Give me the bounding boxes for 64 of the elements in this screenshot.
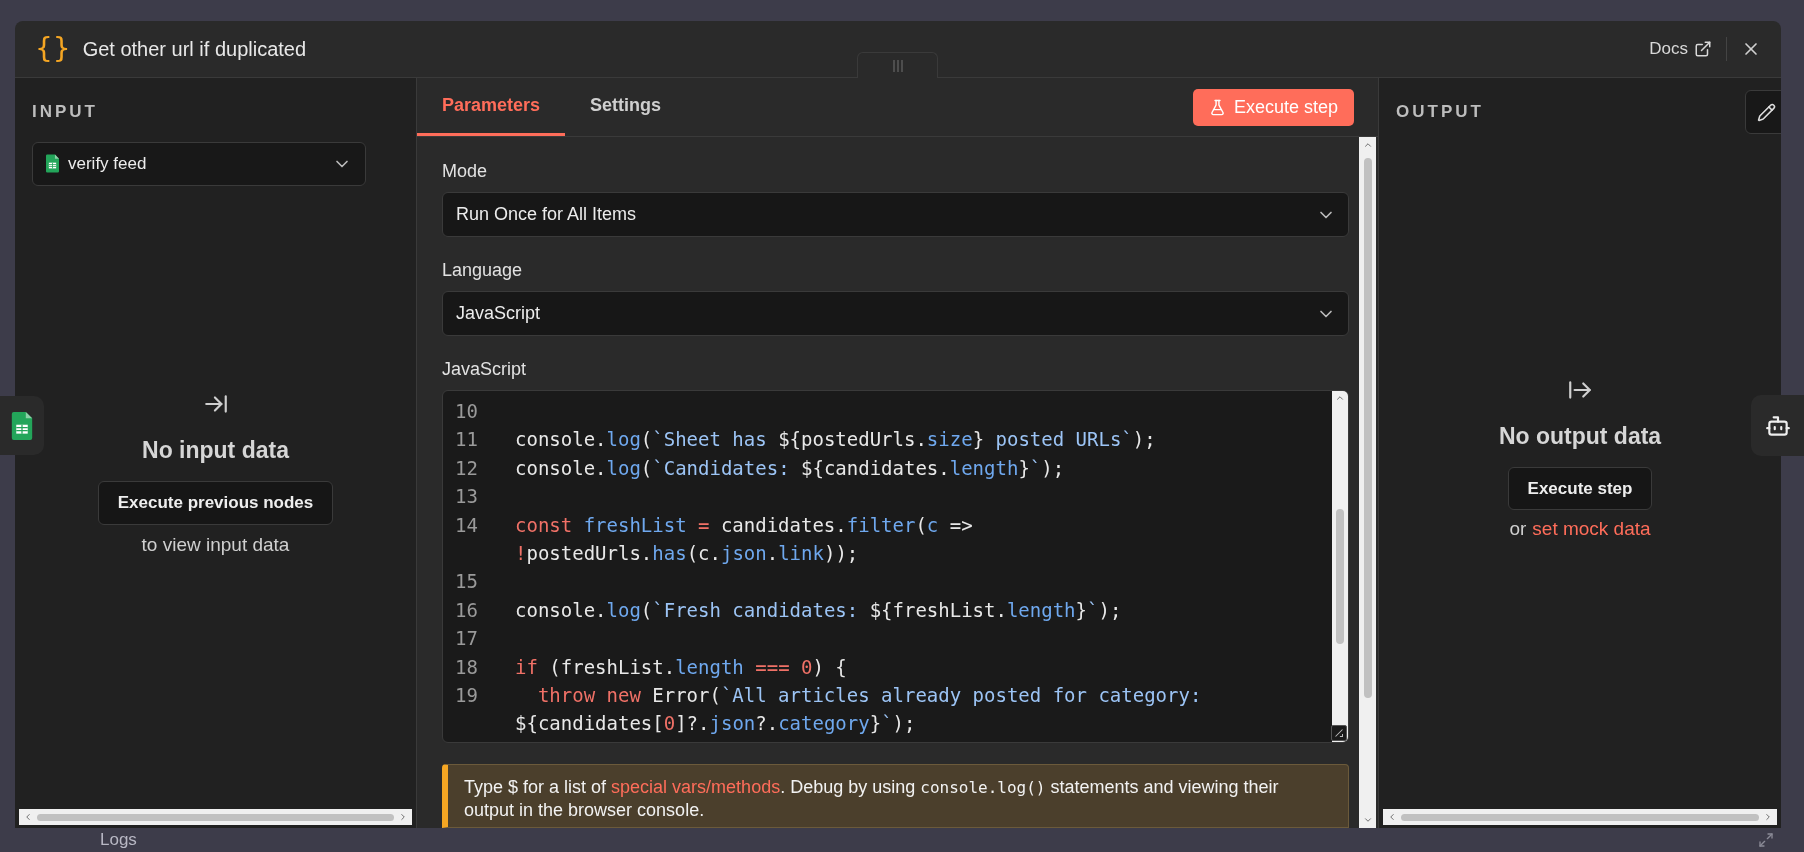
scroll-right-icon[interactable] bbox=[1763, 812, 1773, 822]
resize-icon[interactable] bbox=[1331, 725, 1347, 741]
scrollbar-thumb[interactable] bbox=[1336, 509, 1344, 644]
spreadsheet-icon bbox=[11, 411, 33, 440]
panel-heading: INPUT bbox=[32, 101, 99, 123]
code-editor[interactable] bbox=[442, 390, 1349, 743]
assistant-button[interactable] bbox=[1751, 395, 1804, 456]
scrollbar[interactable] bbox=[19, 809, 412, 825]
execute-previous-button[interactable]: Execute previous nodes bbox=[97, 481, 334, 525]
line-number: 10 bbox=[455, 399, 479, 424]
line-number: 13 bbox=[455, 484, 479, 510]
tab[interactable]: Parameters bbox=[417, 77, 566, 136]
scroll-left-icon[interactable] bbox=[23, 812, 33, 822]
line-number: 18 bbox=[455, 654, 479, 680]
line-number: 15 bbox=[455, 569, 479, 595]
scroll-right-icon[interactable] bbox=[398, 812, 408, 822]
select-field[interactable]: JavaScript bbox=[442, 291, 1349, 336]
special-vars-link[interactable]: special vars/methods bbox=[611, 777, 781, 797]
scrollbar[interactable] bbox=[1359, 137, 1376, 828]
code-line: console.log(`Candidates: ${candidates.length}`); bbox=[515, 455, 1066, 481]
hint-text: Type $ for a list of special vars/methods. Debug by using console.log() statements and viewing their output in the browser console. bbox=[442, 764, 1349, 828]
line-number: 12 bbox=[455, 455, 479, 481]
empty-title: No input data bbox=[142, 435, 289, 465]
field-label: Mode bbox=[442, 160, 489, 182]
pencil-icon bbox=[1756, 102, 1776, 122]
scroll-down-icon[interactable] bbox=[1362, 815, 1373, 825]
execute-step-button[interactable]: Execute step bbox=[1507, 467, 1653, 510]
line-number: 19 bbox=[455, 683, 479, 709]
grip-icon bbox=[892, 59, 903, 72]
scroll-up-icon[interactable] bbox=[1335, 393, 1345, 403]
line-number: 17 bbox=[455, 626, 479, 652]
sheet-node-button[interactable] bbox=[0, 396, 44, 455]
scrollbar[interactable] bbox=[1383, 809, 1777, 825]
code-line: if (freshList.length === 0) { bbox=[515, 654, 848, 680]
code-braces-icon: {} bbox=[35, 35, 71, 63]
code-line: console.log(`Sheet has ${postedUrls.size} posted URLs`); bbox=[515, 427, 1157, 453]
code-line: const freshList = candidates.filter(c => !postedUrls.has(c.json.link)); bbox=[515, 512, 974, 567]
flask-icon bbox=[1208, 98, 1226, 116]
code-line: throw new Error(`All articles already posted for category: ${candidates[0]?.json?.category}`); bbox=[515, 683, 1203, 737]
or-text: or bbox=[1509, 517, 1527, 541]
code-line: console.log(`Fresh candidates: ${freshList.length}`); bbox=[515, 597, 1123, 623]
logs-label[interactable]: Logs bbox=[100, 827, 137, 852]
docs-link[interactable]: Docs bbox=[1649, 36, 1712, 62]
line-number: 14 bbox=[455, 512, 479, 538]
scroll-left-icon[interactable] bbox=[1387, 812, 1397, 822]
window-title: Get other url if duplicated bbox=[82, 37, 307, 62]
field-label: JavaScript bbox=[442, 358, 528, 380]
empty-hint: to view input data bbox=[141, 533, 290, 557]
line-number: 11 bbox=[455, 427, 479, 453]
edit-button[interactable] bbox=[1745, 90, 1781, 134]
set-mock-data-link[interactable]: set mock data bbox=[1532, 515, 1651, 544]
expand-icon[interactable] bbox=[1758, 832, 1774, 848]
panel-heading: OUTPUT bbox=[1396, 101, 1484, 123]
select-field[interactable]: Run Once for All Items bbox=[442, 192, 1349, 237]
spreadsheet-icon bbox=[46, 154, 59, 173]
empty-title: No output data bbox=[1498, 421, 1662, 451]
tab[interactable]: Settings bbox=[565, 77, 687, 136]
scrollbar[interactable] bbox=[1332, 391, 1348, 742]
source-dropdown[interactable]: verify feed bbox=[32, 141, 366, 186]
field-label: Language bbox=[442, 259, 524, 281]
external-link-icon bbox=[1694, 40, 1712, 58]
line-number: 16 bbox=[455, 597, 479, 623]
scroll-up-icon[interactable] bbox=[1362, 140, 1373, 150]
drag-handle[interactable] bbox=[857, 52, 938, 78]
